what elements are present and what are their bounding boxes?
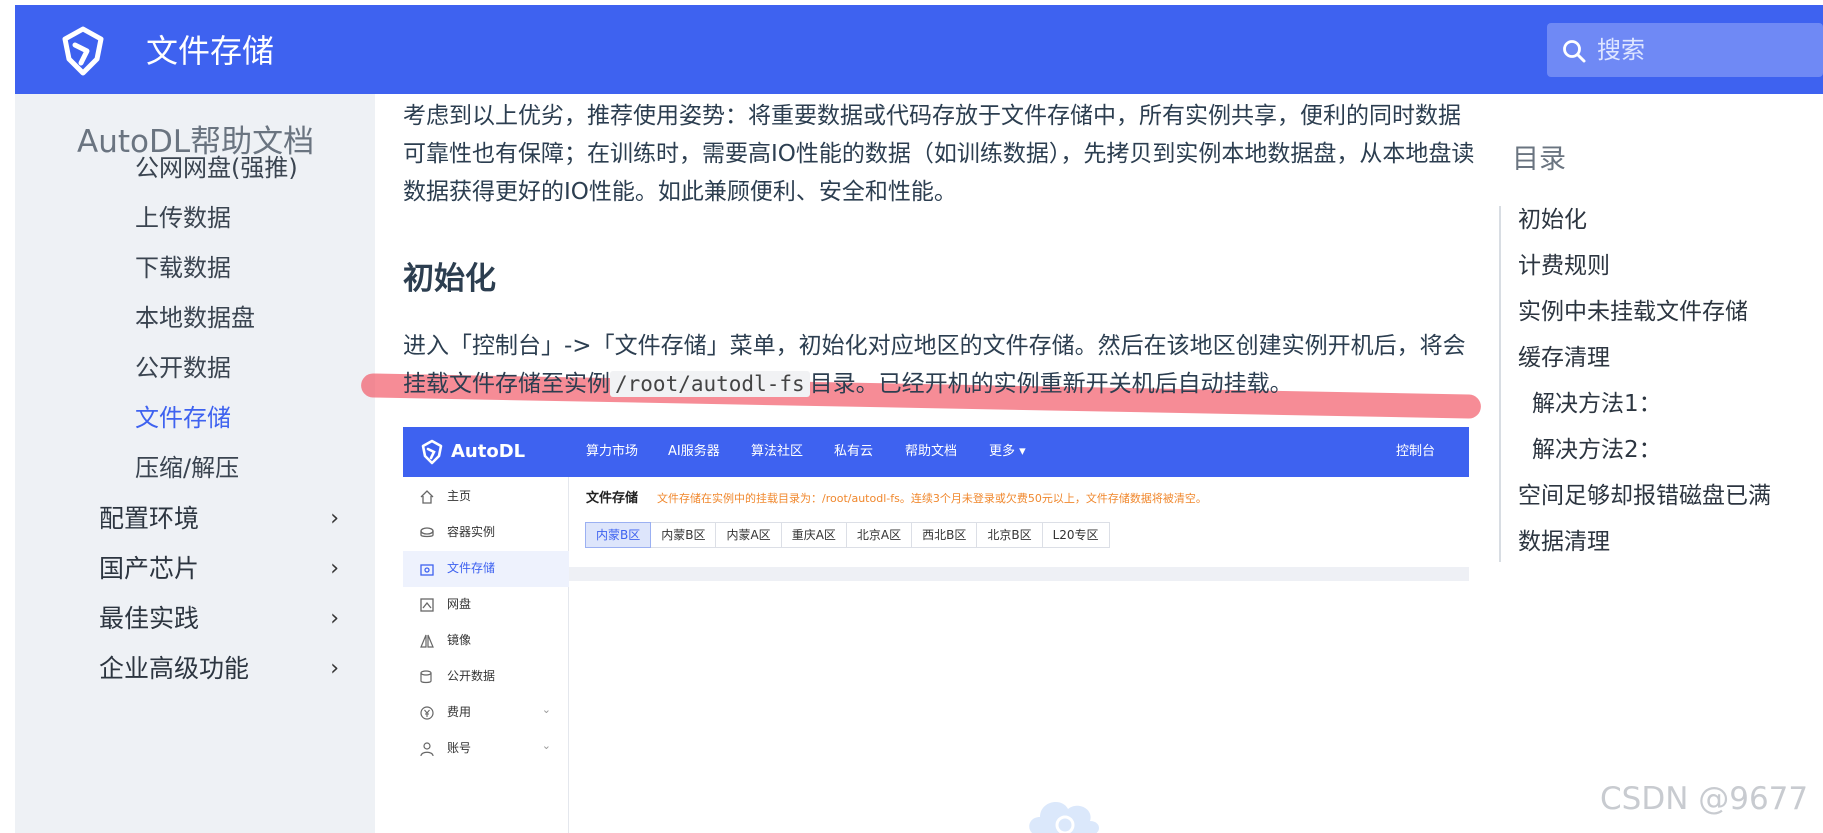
console-nav-item: 控制台 (1396, 444, 1436, 459)
autodl-logo-icon (421, 439, 443, 465)
console-side-item: 账号 ⌄ (403, 731, 569, 767)
console-nav-item: AI服务器 (668, 444, 720, 459)
console-side-item: 容器实例 (403, 515, 569, 551)
autodl-logo-icon[interactable] (57, 25, 109, 77)
console-nav-item: 更多 ▾ (989, 444, 1026, 459)
sidebar-item-download-data[interactable]: 下载数据 (135, 252, 231, 284)
table-of-contents: 目录 初始化 计费规则 实例中未挂载文件存储 缓存清理 解决方法1： 解决方法2… (1495, 94, 1823, 833)
sidebar-group-label: 企业高级功能 (99, 654, 250, 683)
sidebar-item-public-netdisk[interactable]: 公网网盘(强推) (135, 152, 298, 184)
sidebar-item-compress[interactable]: 压缩/解压 (135, 452, 239, 484)
home-icon (420, 490, 434, 504)
console-side-label: 容器实例 (447, 525, 496, 539)
console-side-label: 镜像 (447, 633, 472, 647)
yen-icon (420, 706, 434, 720)
search-input[interactable] (1597, 31, 1817, 69)
sidebar-group-config-env[interactable]: 配置环境 › (99, 502, 339, 536)
console-page-title: 文件存储 (586, 491, 639, 506)
console-side-label: 公开数据 (447, 669, 496, 683)
netdisk-icon (420, 598, 434, 612)
chevron-right-icon: › (330, 606, 339, 631)
console-navbar: AutoDL 算力市场 AI服务器 算法社区 私有云 帮助文档 更多 ▾ 控制台 (403, 427, 1469, 477)
region-tab: 内蒙B区 (650, 522, 717, 548)
sidebar-item-upload-data[interactable]: 上传数据 (135, 202, 231, 234)
console-sidebar: 主页 容器实例 文件存储 网盘 镜像 公开数据 费用 ⌄ 账号 ⌄ (403, 477, 569, 833)
console-side-item: 公开数据 (403, 659, 569, 695)
toc-item-disk-full[interactable]: 空间足够却报错磁盘已满 (1518, 481, 1771, 511)
toc-item-billing[interactable]: 计费规则 (1518, 251, 1610, 281)
console-side-label: 网盘 (447, 597, 472, 611)
sidebar: AutoDL帮助文档 公网网盘(强推) 上传数据 下载数据 本地数据盘 公开数据… (15, 94, 375, 833)
toc-item-data-clean[interactable]: 数据清理 (1518, 527, 1610, 557)
top-header: 文件存储 (15, 5, 1823, 94)
user-icon (420, 742, 434, 757)
toc-item-cache-clean[interactable]: 缓存清理 (1518, 343, 1610, 373)
container-icon (420, 527, 434, 538)
region-tab: 北京A区 (845, 522, 913, 548)
chevron-right-icon: › (330, 556, 339, 581)
region-tab: 北京B区 (976, 522, 1043, 548)
chevron-right-icon: › (330, 656, 339, 681)
toc-heading: 目录 (1512, 144, 1566, 175)
console-content-divider (569, 567, 1469, 581)
section-heading-init: 初始化 (403, 261, 496, 297)
chevron-down-icon: ⌄ (541, 739, 551, 752)
storage-icon (420, 564, 434, 576)
console-side-item: 镜像 (403, 623, 569, 659)
cloud-icon (1029, 802, 1099, 833)
console-side-item: 主页 (403, 479, 569, 515)
console-side-label: 主页 (447, 489, 472, 503)
mirror-icon (420, 634, 434, 648)
console-notice: 文件存储在实例中的挂载目录为：/root/autodl-fs。连续3个月未登录或… (657, 492, 1207, 505)
console-nav-item: 帮助文档 (905, 444, 958, 459)
sidebar-item-public-data[interactable]: 公开数据 (135, 352, 231, 384)
main-content: 考虑到以上优劣，推荐使用姿势：将重要数据或代码存放于文件存储中，所有实例共享，便… (360, 94, 1495, 833)
search-box[interactable] (1547, 23, 1823, 77)
csdn-watermark: CSDN @9677 (1600, 781, 1809, 817)
console-side-label: 费用 (447, 705, 472, 719)
toc-item-solution-1[interactable]: 解决方法1： (1532, 389, 1662, 419)
sidebar-item-file-storage[interactable]: 文件存储 (135, 402, 231, 434)
sidebar-group-enterprise[interactable]: 企业高级功能 › (99, 652, 339, 686)
sidebar-group-label: 最佳实践 (99, 604, 200, 633)
console-side-item-active: 文件存储 (403, 551, 569, 587)
console-nav-item: 算力市场 (586, 444, 639, 459)
site-title[interactable]: 文件存储 (146, 31, 274, 71)
console-side-label: 账号 (447, 741, 472, 755)
region-tab: 内蒙A区 (715, 522, 782, 548)
init-paragraph: 进入「控制台」->「文件存储」菜单，初始化对应地区的文件存储。然后在该地区创建实… (403, 327, 1483, 403)
database-icon (420, 670, 432, 684)
region-tab: 西北B区 (911, 522, 978, 548)
console-brand: AutoDL (451, 441, 526, 462)
console-side-item: 网盘 (403, 587, 569, 623)
console-side-item: 费用 ⌄ (403, 695, 569, 731)
sidebar-item-local-disk[interactable]: 本地数据盘 (135, 302, 255, 334)
sidebar-group-best-practice[interactable]: 最佳实践 › (99, 602, 339, 636)
region-tab: L20专区 (1041, 522, 1110, 548)
region-tab-active: 内蒙B区 (585, 522, 652, 548)
console-nav-item: 算法社区 (751, 444, 804, 459)
console-screenshot: AutoDL 算力市场 AI服务器 算法社区 私有云 帮助文档 更多 ▾ 控制台… (403, 427, 1469, 833)
toc-rail (1499, 206, 1501, 562)
sidebar-group-label: 配置环境 (99, 504, 200, 533)
console-region-tabs: 内蒙B区 内蒙B区 内蒙A区 重庆A区 北京A区 西北B区 北京B区 L20专区 (585, 522, 1110, 548)
inline-code-path: /root/autodl-fs (610, 371, 810, 397)
toc-item-solution-2[interactable]: 解决方法2： (1532, 435, 1662, 465)
toc-item-init[interactable]: 初始化 (1518, 205, 1587, 235)
sidebar-group-label: 国产芯片 (99, 554, 200, 583)
search-icon (1563, 40, 1586, 63)
chevron-down-icon: ⌄ (541, 703, 551, 716)
chevron-right-icon: › (330, 506, 339, 531)
console-side-label: 文件存储 (447, 561, 496, 575)
toc-item-not-mounted[interactable]: 实例中未挂载文件存储 (1518, 297, 1748, 327)
console-nav-item: 私有云 (834, 444, 874, 459)
init-text-tail: 目录。已经开机的实例重新开关机后自动挂载。 (809, 371, 1293, 397)
sidebar-group-domestic-chips[interactable]: 国产芯片 › (99, 552, 339, 586)
region-tab: 重庆A区 (780, 522, 847, 548)
intro-paragraph: 考虑到以上优劣，推荐使用姿势：将重要数据或代码存放于文件存储中，所有实例共享，便… (403, 103, 1475, 205)
